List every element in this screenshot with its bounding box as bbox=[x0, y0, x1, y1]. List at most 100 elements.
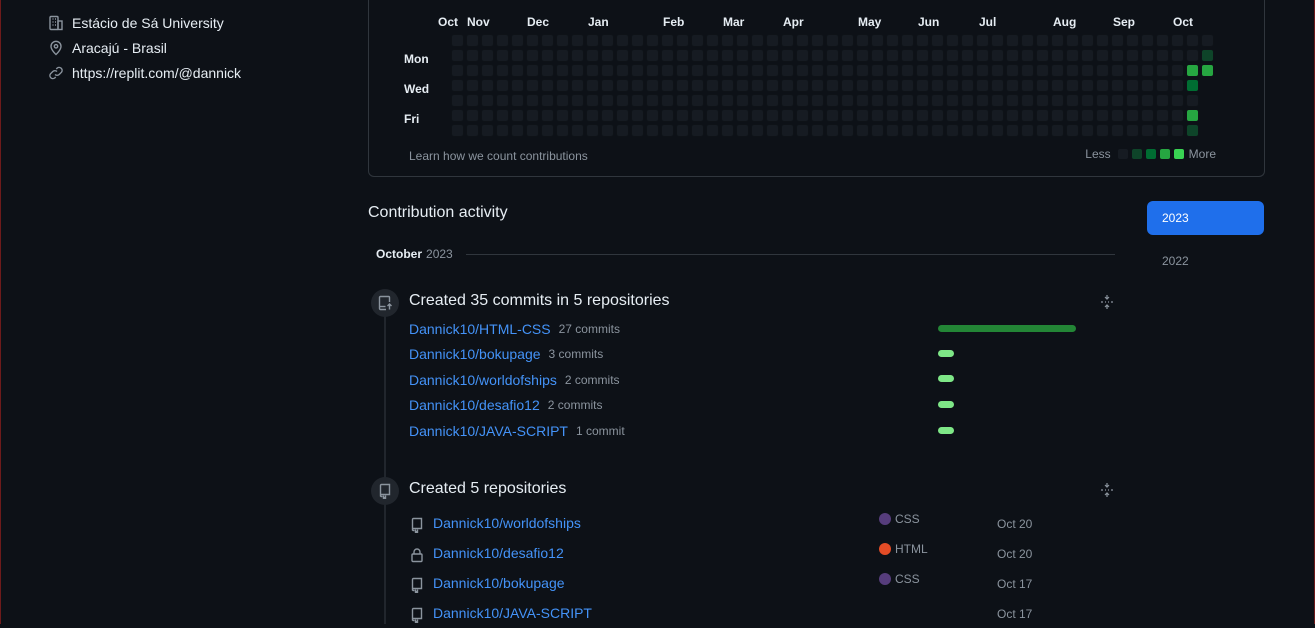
contribution-day-cell[interactable] bbox=[646, 64, 659, 77]
contribution-day-cell[interactable] bbox=[736, 79, 749, 92]
contribution-day-cell[interactable] bbox=[511, 64, 524, 77]
contribution-day-cell[interactable] bbox=[451, 94, 464, 107]
contribution-day-cell[interactable] bbox=[1006, 34, 1019, 47]
year-link-2022[interactable]: 2022 bbox=[1162, 254, 1189, 268]
contribution-day-cell[interactable] bbox=[916, 64, 929, 77]
contribution-day-cell[interactable] bbox=[496, 34, 509, 47]
contribution-day-cell[interactable] bbox=[1096, 34, 1109, 47]
contribution-day-cell[interactable] bbox=[496, 64, 509, 77]
contribution-day-cell[interactable] bbox=[1186, 94, 1199, 107]
contribution-day-cell[interactable] bbox=[826, 124, 839, 137]
contribution-day-cell[interactable] bbox=[676, 109, 689, 122]
contribution-day-cell[interactable] bbox=[1201, 64, 1214, 77]
contribution-day-cell[interactable] bbox=[691, 94, 704, 107]
contribution-day-cell[interactable] bbox=[1186, 109, 1199, 122]
contribution-day-cell[interactable] bbox=[721, 64, 734, 77]
contribution-day-cell[interactable] bbox=[586, 79, 599, 92]
contribution-day-cell[interactable] bbox=[856, 94, 869, 107]
contribution-day-cell[interactable] bbox=[1021, 124, 1034, 137]
contribution-day-cell[interactable] bbox=[916, 109, 929, 122]
contribution-day-cell[interactable] bbox=[751, 109, 764, 122]
contribution-day-cell[interactable] bbox=[1021, 94, 1034, 107]
contribution-day-cell[interactable] bbox=[616, 64, 629, 77]
commit-repo-link[interactable]: Dannick10/JAVA-SCRIPT bbox=[409, 423, 568, 439]
contribution-day-cell[interactable] bbox=[766, 94, 779, 107]
contribution-day-cell[interactable] bbox=[1096, 109, 1109, 122]
contribution-day-cell[interactable] bbox=[661, 49, 674, 62]
contribution-day-cell[interactable] bbox=[496, 109, 509, 122]
contribution-day-cell[interactable] bbox=[661, 79, 674, 92]
contribution-day-cell[interactable] bbox=[601, 64, 614, 77]
contribution-day-cell[interactable] bbox=[1006, 94, 1019, 107]
contribution-day-cell[interactable] bbox=[781, 79, 794, 92]
contribution-day-cell[interactable] bbox=[931, 94, 944, 107]
contribution-day-cell[interactable] bbox=[946, 64, 959, 77]
contribution-day-cell[interactable] bbox=[961, 79, 974, 92]
contribution-day-cell[interactable] bbox=[511, 79, 524, 92]
contribution-day-cell[interactable] bbox=[931, 109, 944, 122]
contribution-day-cell[interactable] bbox=[961, 94, 974, 107]
contribution-day-cell[interactable] bbox=[586, 64, 599, 77]
contribution-day-cell[interactable] bbox=[691, 109, 704, 122]
contribution-day-cell[interactable] bbox=[1156, 94, 1169, 107]
contribution-day-cell[interactable] bbox=[1081, 34, 1094, 47]
contribution-day-cell[interactable] bbox=[526, 124, 539, 137]
contribution-day-cell[interactable] bbox=[451, 109, 464, 122]
contribution-day-cell[interactable] bbox=[736, 64, 749, 77]
contribution-day-cell[interactable] bbox=[556, 94, 569, 107]
contribution-day-cell[interactable] bbox=[796, 34, 809, 47]
contribution-day-cell[interactable] bbox=[481, 94, 494, 107]
contribution-day-cell[interactable] bbox=[766, 64, 779, 77]
contribution-day-cell[interactable] bbox=[826, 49, 839, 62]
contribution-day-cell[interactable] bbox=[481, 49, 494, 62]
contribution-day-cell[interactable] bbox=[886, 79, 899, 92]
contribution-day-cell[interactable] bbox=[481, 109, 494, 122]
contribution-day-cell[interactable] bbox=[1081, 124, 1094, 137]
contribution-day-cell[interactable] bbox=[766, 79, 779, 92]
contribution-day-cell[interactable] bbox=[1141, 64, 1154, 77]
contribution-day-cell[interactable] bbox=[1126, 124, 1139, 137]
contribution-day-cell[interactable] bbox=[526, 79, 539, 92]
contribution-day-cell[interactable] bbox=[1081, 109, 1094, 122]
contribution-day-cell[interactable] bbox=[976, 124, 989, 137]
contribution-day-cell[interactable] bbox=[766, 34, 779, 47]
contribution-day-cell[interactable] bbox=[1171, 64, 1184, 77]
contribution-day-cell[interactable] bbox=[976, 64, 989, 77]
contribution-day-cell[interactable] bbox=[1171, 49, 1184, 62]
contribution-day-cell[interactable] bbox=[556, 49, 569, 62]
contribution-day-cell[interactable] bbox=[661, 64, 674, 77]
contribution-day-cell[interactable] bbox=[811, 49, 824, 62]
contribution-day-cell[interactable] bbox=[1006, 79, 1019, 92]
contribution-day-cell[interactable] bbox=[706, 94, 719, 107]
contribution-day-cell[interactable] bbox=[1051, 124, 1064, 137]
contribution-day-cell[interactable] bbox=[961, 109, 974, 122]
contribution-day-cell[interactable] bbox=[691, 79, 704, 92]
contribution-day-cell[interactable] bbox=[811, 94, 824, 107]
commit-repo-link[interactable]: Dannick10/HTML-CSS bbox=[409, 321, 551, 337]
contribution-day-cell[interactable] bbox=[481, 34, 494, 47]
contribution-day-cell[interactable] bbox=[1186, 64, 1199, 77]
contribution-day-cell[interactable] bbox=[856, 109, 869, 122]
contribution-day-cell[interactable] bbox=[811, 64, 824, 77]
contribution-day-cell[interactable] bbox=[1156, 49, 1169, 62]
commit-repo-link[interactable]: Dannick10/bokupage bbox=[409, 346, 541, 362]
contribution-day-cell[interactable] bbox=[736, 49, 749, 62]
contribution-day-cell[interactable] bbox=[811, 34, 824, 47]
contribution-day-cell[interactable] bbox=[976, 34, 989, 47]
contribution-day-cell[interactable] bbox=[976, 79, 989, 92]
contribution-day-cell[interactable] bbox=[511, 49, 524, 62]
contribution-day-cell[interactable] bbox=[1036, 124, 1049, 137]
contribution-day-cell[interactable] bbox=[871, 109, 884, 122]
contribution-day-cell[interactable] bbox=[616, 49, 629, 62]
contribution-day-cell[interactable] bbox=[496, 124, 509, 137]
contribution-day-cell[interactable] bbox=[721, 79, 734, 92]
contribution-day-cell[interactable] bbox=[556, 109, 569, 122]
contribution-day-cell[interactable] bbox=[826, 79, 839, 92]
contribution-day-cell[interactable] bbox=[526, 94, 539, 107]
contribution-day-cell[interactable] bbox=[811, 109, 824, 122]
contribution-day-cell[interactable] bbox=[916, 34, 929, 47]
contribution-day-cell[interactable] bbox=[721, 49, 734, 62]
contribution-day-cell[interactable] bbox=[1021, 49, 1034, 62]
contribution-day-cell[interactable] bbox=[856, 49, 869, 62]
contribution-day-cell[interactable] bbox=[676, 49, 689, 62]
